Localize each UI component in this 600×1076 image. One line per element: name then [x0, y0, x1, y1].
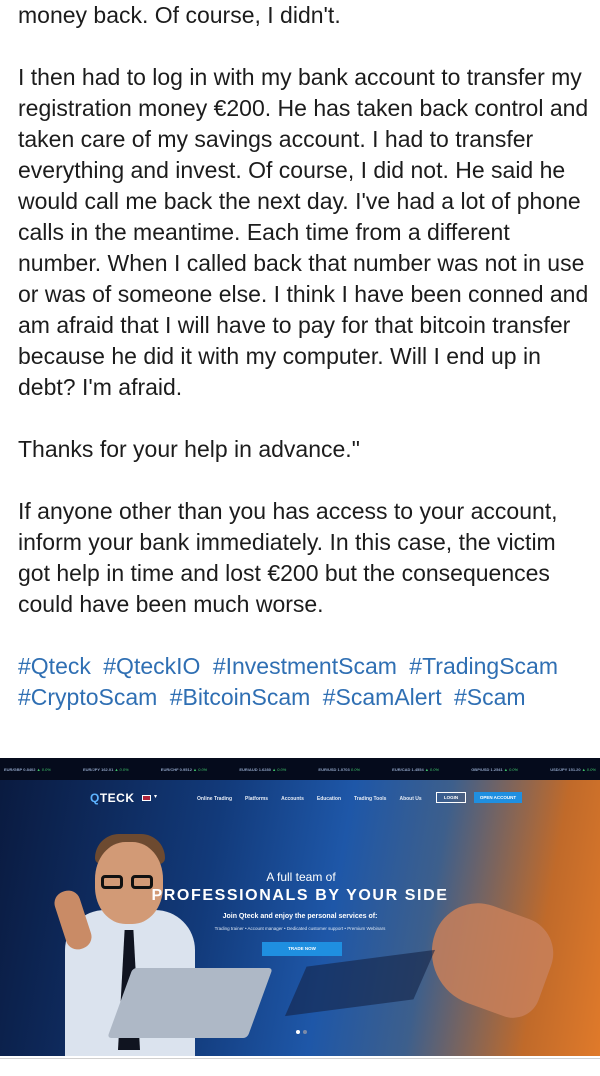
hero-title: PROFESSIONALS BY YOUR SIDE: [151, 887, 449, 904]
ticker-item: EUR/CHF 0.9512 ▲ 0.0%: [160, 766, 208, 772]
uk-flag-icon[interactable]: [142, 795, 151, 801]
hero-join-text: Join Qteck and enjoy the personal servic…: [222, 913, 378, 920]
laptop-image: [107, 968, 273, 1038]
hashtag-link[interactable]: #QteckIO: [103, 653, 200, 679]
nav-about-us[interactable]: About Us: [399, 796, 421, 802]
qteck-logo[interactable]: QTECK: [90, 791, 135, 805]
post-paragraph: If anyone other than you has access to y…: [18, 498, 558, 617]
hashtag-link[interactable]: #ScamAlert: [323, 684, 442, 710]
nav-education[interactable]: Education: [317, 796, 341, 802]
nav-trading-tools[interactable]: Trading Tools: [354, 796, 386, 802]
ticker-item: EUR/USD 1.0703 0.0%: [318, 766, 361, 772]
hashtags: #Qteck #QteckIO #InvestmentScam #Trading…: [18, 651, 593, 713]
hero-section: A full team of PROFESSIONALS BY YOUR SID…: [0, 870, 600, 931]
nav-online-trading[interactable]: Online Trading: [197, 796, 232, 802]
ticker-item: EUR/GBP 0.8402 ▲ 0.0%: [4, 766, 51, 772]
hashtag-link[interactable]: #InvestmentScam: [213, 653, 397, 679]
hashtag-link[interactable]: #BitcoinScam: [170, 684, 311, 710]
ticker-item: USD/JPY 151.20 ▲ 0.0%: [550, 766, 596, 772]
open-account-button[interactable]: OPEN ACCOUNT: [474, 792, 522, 803]
hashtag-link[interactable]: #CryptoScam: [18, 684, 157, 710]
post-paragraph: I then had to log in with my bank accoun…: [18, 64, 589, 400]
ticker-item: EUR/AUD 1.6280 ▲ 0.0%: [239, 766, 287, 772]
footer-space: [0, 1056, 600, 1076]
carousel-dots[interactable]: [296, 1030, 307, 1034]
nav-accounts[interactable]: Accounts: [281, 796, 304, 802]
hero-services: Trading trainer • Account manager • Dedi…: [214, 926, 386, 931]
ticker-item: GBP/USD 1.2541 ▲ 0.0%: [471, 766, 519, 772]
carousel-dot[interactable]: [296, 1030, 300, 1034]
ticker-item: EUR/JPY 162.01 ▲ 0.0%: [82, 766, 129, 772]
ticker-item: EUR/CAD 1.4554 ▲ 0.0%: [392, 766, 440, 772]
hero-subtitle: A full team of: [266, 870, 336, 884]
divider: [0, 1058, 600, 1059]
trade-now-button[interactable]: TRADE NOW: [262, 942, 342, 956]
carousel-dot[interactable]: [303, 1030, 307, 1034]
hashtag-link[interactable]: #Qteck: [18, 653, 91, 679]
hashtag-link[interactable]: #Scam: [454, 684, 526, 710]
price-ticker: EUR/GBP 0.8402 ▲ 0.0% EUR/JPY 162.01 ▲ 0…: [0, 758, 600, 780]
site-navbar: QTECK ▾ Online Trading Platforms Account…: [0, 788, 600, 810]
post-paragraph: money back. Of course, I didn't.: [18, 2, 341, 28]
post-text: money back. Of course, I didn't. I then …: [18, 0, 593, 713]
keyboard-image: [284, 949, 436, 1017]
post-paragraph: Thanks for your help in advance.": [18, 436, 360, 462]
nav-platforms[interactable]: Platforms: [245, 796, 268, 802]
nav-links: Online Trading Platforms Accounts Educat…: [197, 796, 422, 802]
website-screenshot[interactable]: EUR/GBP 0.8402 ▲ 0.0% EUR/JPY 162.01 ▲ 0…: [0, 758, 600, 1058]
hashtag-link[interactable]: #TradingScam: [409, 653, 558, 679]
chevron-down-icon[interactable]: ▾: [154, 793, 157, 800]
login-button[interactable]: LOGIN: [436, 792, 466, 803]
